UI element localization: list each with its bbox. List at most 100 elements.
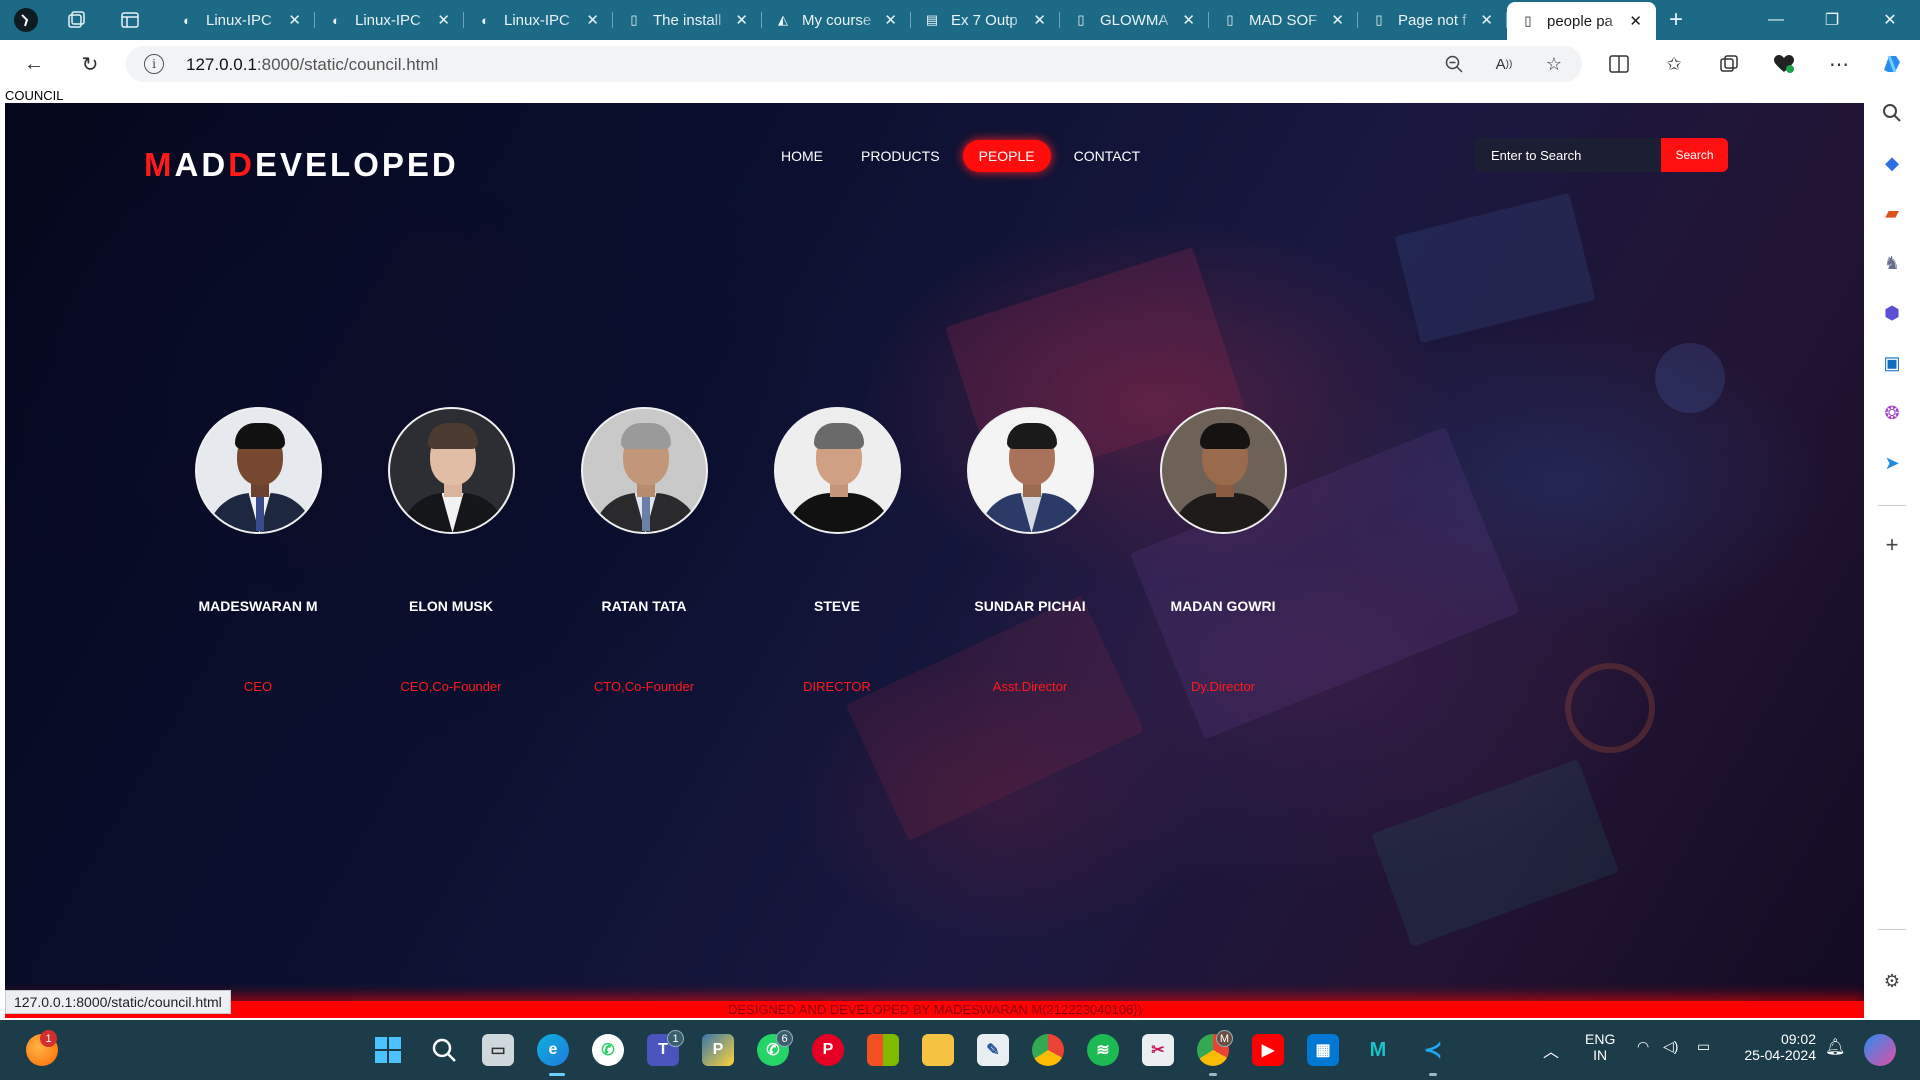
notification-badge: 1	[40, 1030, 57, 1047]
chrome-icon[interactable]	[1032, 1034, 1064, 1066]
ms-store-icon[interactable]: ▦	[1307, 1034, 1339, 1066]
show-hidden-icons-icon[interactable]: ︿	[1543, 1038, 1559, 1062]
browser-tab[interactable]: ◐ Linux-IPC ✕	[464, 4, 613, 36]
member-photo[interactable]	[194, 407, 322, 534]
nav-contact[interactable]: CONTACT	[1059, 140, 1156, 172]
snipping-tool-icon[interactable]: ✂	[1142, 1034, 1174, 1066]
clock-date: 25-04-2024	[1744, 1047, 1816, 1063]
youtube-icon[interactable]: ▶	[1252, 1034, 1284, 1066]
shopping-tag-icon[interactable]: ◆	[1876, 147, 1908, 179]
app-icon[interactable]: M	[1362, 1034, 1394, 1066]
search-icon[interactable]	[428, 1034, 460, 1066]
browser-tab[interactable]: ◭ My course ✕	[762, 4, 911, 36]
site-logo[interactable]: MADDEVELOPED	[144, 146, 459, 184]
nav-people[interactable]: PEOPLE	[962, 140, 1051, 172]
site-info-icon[interactable]: i	[144, 54, 164, 74]
member-photo[interactable]	[387, 407, 515, 534]
search-button[interactable]: Search	[1661, 138, 1728, 172]
notepad-icon[interactable]: ✎	[977, 1034, 1009, 1066]
close-tab-icon[interactable]: ✕	[1480, 11, 1493, 29]
spotify-icon[interactable]: ≋	[1087, 1034, 1119, 1066]
language-indicator[interactable]: ENG IN	[1585, 1031, 1615, 1063]
minimize-icon[interactable]: —	[1748, 0, 1804, 40]
clock-time: 09:02	[1780, 1031, 1816, 1047]
whatsapp-icon[interactable]: ✆	[592, 1034, 624, 1066]
close-tab-icon[interactable]: ✕	[1182, 11, 1195, 29]
course-icon: ◭	[778, 12, 788, 27]
close-tab-icon[interactable]: ✕	[1033, 11, 1046, 29]
games-icon[interactable]: ♞	[1876, 247, 1908, 279]
tools-icon[interactable]: ▰	[1876, 197, 1908, 229]
browser-tab[interactable]: ▤ Ex 7 Outp ✕	[911, 4, 1060, 36]
task-view-icon[interactable]: ▭	[482, 1034, 514, 1066]
file-explorer-icon[interactable]	[922, 1034, 954, 1066]
restore-icon[interactable]: ❐	[1804, 0, 1860, 40]
nav-home[interactable]: HOME	[766, 140, 838, 172]
m365-icon[interactable]: ⬢	[1876, 297, 1908, 329]
browser-tab[interactable]: ▯ Page not f ✕	[1358, 4, 1507, 36]
close-tab-icon[interactable]: ✕	[1629, 12, 1642, 30]
pinterest-icon[interactable]: P	[812, 1034, 844, 1066]
close-tab-icon[interactable]: ✕	[586, 11, 599, 29]
close-tab-icon[interactable]: ✕	[437, 11, 450, 29]
web-page: COUNCIL MADDEVELOPED HOME PRODUCTS PEOPL…	[0, 87, 1865, 1020]
browser-tab[interactable]: ▯ GLOWMA ✕	[1060, 4, 1209, 36]
url-text[interactable]: 127.0.0.1:8000/static/council.html	[186, 55, 438, 75]
close-tab-icon[interactable]: ✕	[288, 11, 301, 29]
battery-icon[interactable]: ▭	[1697, 1038, 1710, 1055]
member-photo[interactable]	[1159, 407, 1287, 534]
send-icon[interactable]: ➤	[1876, 447, 1908, 479]
new-tab-icon[interactable]: +	[1662, 6, 1690, 34]
member-name: MADESWARAN M	[198, 598, 318, 614]
browser-tab-active[interactable]: ▯ people pa ✕	[1507, 2, 1656, 40]
github-icon: ◐	[332, 12, 340, 28]
outlook-icon[interactable]: ▣	[1876, 347, 1908, 379]
nav-products[interactable]: PRODUCTS	[846, 140, 955, 172]
zoom-out-icon[interactable]	[1440, 50, 1468, 78]
close-tab-icon[interactable]: ✕	[735, 11, 748, 29]
favorite-star-icon[interactable]: ☆	[1540, 50, 1568, 78]
favorites-icon[interactable]: ✩	[1660, 50, 1688, 78]
member-photo[interactable]	[580, 407, 708, 534]
wifi-icon[interactable]: ◠	[1637, 1038, 1649, 1055]
notification-badge: 6	[776, 1030, 793, 1047]
clock[interactable]: 09:02 25-04-2024	[1738, 1031, 1816, 1063]
browser-tab[interactable]: ▯ MAD SOF ✕	[1209, 4, 1358, 36]
windows-start-icon[interactable]	[372, 1034, 404, 1066]
browser-tab[interactable]: ◐ Linux-IPC ✕	[315, 4, 464, 36]
close-window-icon[interactable]: ✕	[1862, 0, 1918, 40]
windows-taskbar: 1 ▭ e ✆ T 1 P ✆ 6 P ✎ ≋ ✂ M ▶ ▦ M ≺ ︿ EN…	[0, 1020, 1920, 1080]
volume-icon[interactable]: ◁)	[1663, 1038, 1678, 1055]
member-photo[interactable]	[966, 407, 1094, 534]
search-icon[interactable]	[1876, 97, 1908, 129]
tab-actions-icon[interactable]	[116, 6, 144, 34]
search-input[interactable]	[1475, 138, 1661, 172]
tab-label: Page not f	[1398, 11, 1467, 29]
url-bar[interactable]: i 127.0.0.1:8000/static/council.html A))…	[126, 46, 1582, 82]
office-icon[interactable]	[867, 1034, 899, 1066]
close-tab-icon[interactable]: ✕	[884, 11, 897, 29]
split-screen-icon[interactable]	[1605, 50, 1633, 78]
edge-browser-icon[interactable]: e	[537, 1034, 569, 1066]
copilot-icon[interactable]	[1878, 50, 1906, 78]
refresh-icon[interactable]: ↻	[74, 48, 106, 80]
vscode-icon[interactable]: ≺	[1417, 1034, 1449, 1066]
browser-tab[interactable]: ▯ The install ✕	[613, 4, 762, 36]
back-arrow-icon[interactable]: ←	[18, 48, 50, 80]
profile-icon[interactable]	[12, 6, 40, 34]
designer-icon[interactable]: ❂	[1876, 397, 1908, 429]
workspaces-icon[interactable]	[62, 6, 90, 34]
add-icon[interactable]: +	[1876, 529, 1908, 561]
notifications-bell-icon[interactable]: 🔔︎	[1825, 1037, 1845, 1057]
browser-essentials-icon[interactable]	[1770, 50, 1798, 78]
browser-tab[interactable]: ◐ Linux-IPC ✕	[166, 4, 315, 36]
read-aloud-icon[interactable]: A))	[1490, 50, 1518, 78]
more-menu-icon[interactable]: ⋯	[1825, 50, 1853, 78]
member-photo[interactable]	[773, 407, 901, 534]
python-icon[interactable]: P	[702, 1034, 734, 1066]
settings-gear-icon[interactable]: ⚙	[1876, 965, 1908, 997]
copilot-taskbar-icon[interactable]	[1864, 1034, 1896, 1066]
member-card: MADAN GOWRI Dy.Director	[1123, 407, 1323, 694]
collections-icon[interactable]	[1715, 50, 1743, 78]
close-tab-icon[interactable]: ✕	[1331, 11, 1344, 29]
